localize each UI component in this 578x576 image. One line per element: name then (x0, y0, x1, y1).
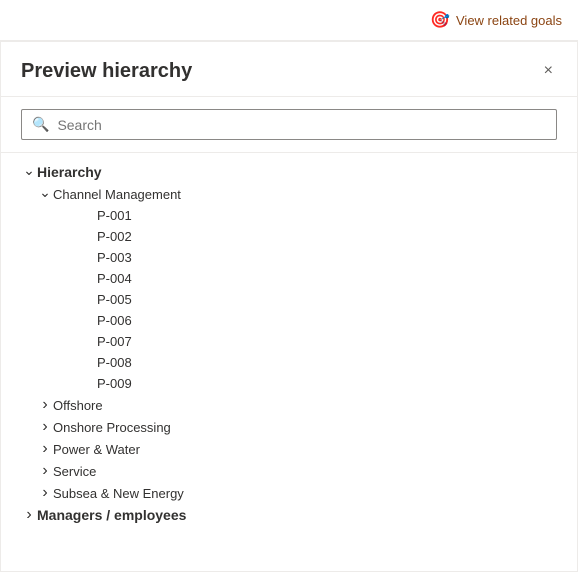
tree-item-managers-employees[interactable]: Managers / employees (1, 504, 577, 526)
tree-item-label-managers-employees: Managers / employees (37, 507, 186, 523)
search-container: 🔍 (1, 97, 577, 153)
chevron-right-icon (37, 397, 53, 413)
tree-item-label-subsea: Subsea & New Energy (53, 486, 184, 501)
chevron-right-icon (37, 485, 53, 501)
tree-item-label-offshore: Offshore (53, 398, 103, 413)
tree-item-label-channel-management: Channel Management (53, 187, 181, 202)
tree-item-label-p002: P-002 (97, 229, 132, 244)
tree-item-p004[interactable]: P-004 (1, 268, 577, 289)
tree-item-subsea[interactable]: Subsea & New Energy (1, 482, 577, 504)
chevron-right-icon (37, 441, 53, 457)
tree-item-label-p008: P-008 (97, 355, 132, 370)
tree-item-label-p006: P-006 (97, 313, 132, 328)
tree-item-label-service: Service (53, 464, 96, 479)
view-related-goals-link[interactable]: 🎯 View related goals (430, 10, 562, 30)
tree-item-label-p007: P-007 (97, 334, 132, 349)
preview-hierarchy-panel: Preview hierarchy × 🔍 Hierarchy Channel M… (0, 41, 578, 572)
chevron-right-icon (21, 507, 37, 523)
goal-icon: 🎯 (430, 10, 450, 30)
tree-item-label-p005: P-005 (97, 292, 132, 307)
tree-item-hierarchy[interactable]: Hierarchy (1, 161, 577, 183)
tree-item-p006[interactable]: P-006 (1, 310, 577, 331)
chevron-down-icon (37, 186, 53, 202)
tree-item-label-p001: P-001 (97, 208, 132, 223)
tree-item-label-p009: P-009 (97, 376, 132, 391)
tree-item-p003[interactable]: P-003 (1, 247, 577, 268)
view-related-goals-label: View related goals (456, 13, 562, 28)
search-input[interactable] (57, 117, 546, 133)
tree-item-p002[interactable]: P-002 (1, 226, 577, 247)
panel-title: Preview hierarchy (21, 60, 192, 83)
chevron-down-icon (21, 164, 37, 180)
tree-item-p009[interactable]: P-009 (1, 373, 577, 394)
close-button[interactable]: × (540, 58, 557, 84)
tree-item-service[interactable]: Service (1, 460, 577, 482)
tree-container: Hierarchy Channel Management P-001 P-002 P-0… (1, 153, 577, 534)
tree-item-label-p003: P-003 (97, 250, 132, 265)
panel-header: Preview hierarchy × (1, 42, 577, 97)
tree-item-label-power-water: Power & Water (53, 442, 140, 457)
top-bar: 🎯 View related goals (0, 0, 578, 41)
tree-item-p007[interactable]: P-007 (1, 331, 577, 352)
search-icon: 🔍 (32, 116, 49, 133)
tree-item-label-hierarchy: Hierarchy (37, 164, 102, 180)
tree-item-label-onshore-processing: Onshore Processing (53, 420, 171, 435)
tree-item-power-water[interactable]: Power & Water (1, 438, 577, 460)
search-box: 🔍 (21, 109, 557, 140)
tree-item-p001[interactable]: P-001 (1, 205, 577, 226)
tree-item-p005[interactable]: P-005 (1, 289, 577, 310)
tree-item-label-p004: P-004 (97, 271, 132, 286)
tree-item-offshore[interactable]: Offshore (1, 394, 577, 416)
chevron-right-icon (37, 463, 53, 479)
tree-item-onshore-processing[interactable]: Onshore Processing (1, 416, 577, 438)
chevron-right-icon (37, 419, 53, 435)
tree-item-channel-management[interactable]: Channel Management (1, 183, 577, 205)
tree-item-p008[interactable]: P-008 (1, 352, 577, 373)
